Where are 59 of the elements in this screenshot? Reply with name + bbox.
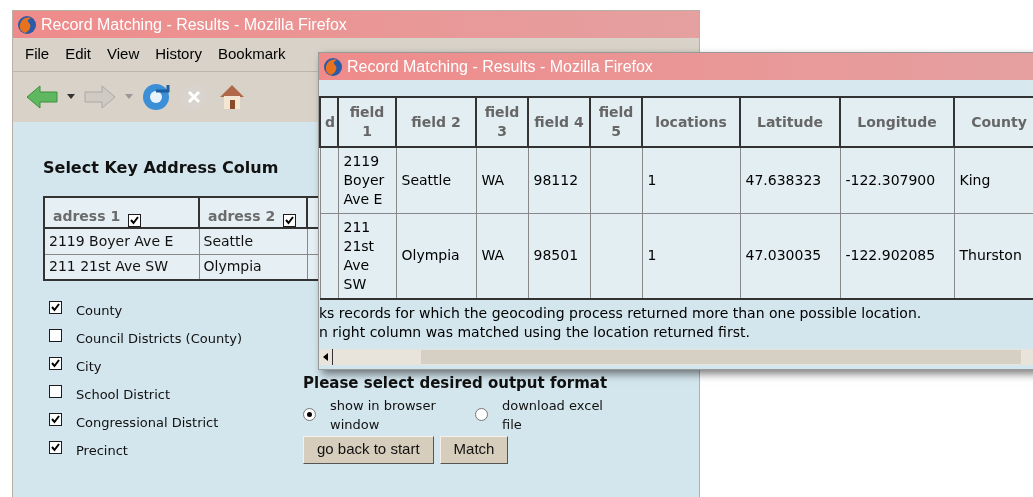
- column-header: field 1: [338, 97, 396, 147]
- table-cell: 2119 Boyer Ave E: [338, 147, 396, 213]
- table-cell: Seattle: [396, 147, 476, 213]
- checkbox-label: School District: [76, 386, 170, 403]
- checkbox[interactable]: [49, 301, 62, 314]
- radio-label: download excel file: [502, 396, 604, 434]
- table-cell: 47.638323: [740, 147, 840, 213]
- column-header: Latitude: [740, 97, 840, 147]
- window-title: Record Matching - Results - Mozilla Firefox: [41, 14, 347, 35]
- checkbox[interactable]: [128, 214, 142, 227]
- table-cell: Seattle: [199, 228, 307, 254]
- column-header: Longitude: [840, 97, 954, 147]
- table-cell: 2119 Boyer Ave E: [44, 228, 199, 254]
- checkbox[interactable]: [49, 441, 62, 454]
- radio-button[interactable]: [475, 408, 488, 421]
- checkbox[interactable]: [49, 385, 62, 398]
- menu-item[interactable]: View: [107, 43, 140, 66]
- column-header: locations: [642, 97, 740, 147]
- menu-item[interactable]: History: [155, 43, 202, 66]
- note-text: ks records for which the geocoding process returned more than one possible location.: [319, 304, 923, 323]
- column-header: County: [954, 97, 1033, 147]
- column-header: field 4: [528, 97, 590, 147]
- column-header: field 5: [590, 97, 642, 147]
- checkbox-label: Precinct: [76, 442, 128, 459]
- column-header: field 2: [396, 97, 476, 147]
- checkbox[interactable]: [49, 413, 62, 426]
- table-cell: 98112: [528, 147, 590, 213]
- checkbox-label: County: [76, 302, 123, 319]
- radio-label: show in browser window: [330, 396, 437, 434]
- dropdown-icon[interactable]: [67, 94, 75, 100]
- reload-icon[interactable]: [141, 82, 171, 112]
- form-button[interactable]: go back to start: [303, 435, 434, 464]
- section-heading: Select Key Address Colum: [43, 157, 279, 179]
- scrollbar[interactable]: [319, 349, 1033, 365]
- column-header: field 3: [476, 97, 528, 147]
- menu-item[interactable]: Bookmark: [217, 43, 286, 66]
- table-cell: [320, 147, 338, 213]
- column-header: d: [320, 97, 338, 147]
- column-header: adress 1: [44, 197, 199, 228]
- column-header: adress 2: [199, 197, 307, 228]
- table-cell: -122.307900: [840, 147, 954, 213]
- menu-item[interactable]: File: [25, 43, 50, 66]
- checkbox[interactable]: [49, 329, 62, 342]
- browser-logo-icon: [323, 56, 343, 77]
- menu-item[interactable]: Edit: [65, 43, 92, 66]
- checkbox-label: Council Districts (County): [76, 330, 243, 347]
- table-cell: [590, 147, 642, 213]
- checkbox[interactable]: [49, 357, 62, 370]
- browser-logo-icon: [17, 14, 37, 35]
- section-heading: Please select desired output format: [303, 373, 608, 394]
- form-button[interactable]: Match: [439, 435, 509, 464]
- checkbox-label: City: [76, 358, 102, 375]
- checkbox-label: Congressional District: [76, 414, 219, 431]
- window-title: Record Matching - Results - Mozilla Firefox: [347, 56, 653, 77]
- radio-button[interactable]: [303, 408, 316, 421]
- note-text: n right column was matched using the location returned first.: [319, 323, 751, 342]
- table-cell: WA: [476, 147, 528, 213]
- table-cell: 1: [642, 147, 740, 213]
- checkbox[interactable]: [283, 214, 297, 227]
